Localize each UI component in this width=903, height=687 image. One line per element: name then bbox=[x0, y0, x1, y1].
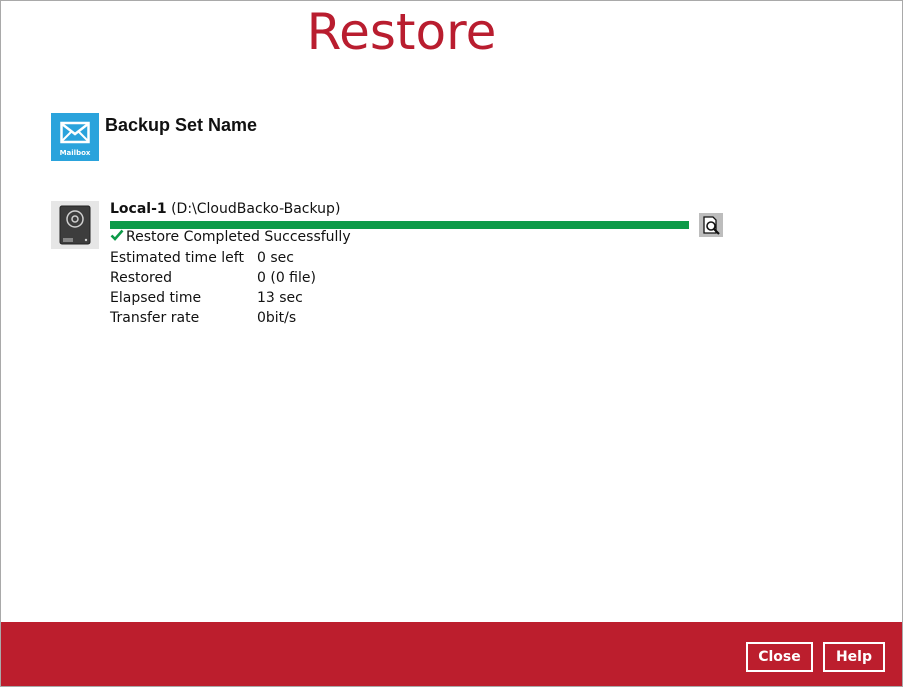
disk-drive-icon bbox=[59, 205, 91, 245]
hard-drive-icon bbox=[51, 201, 99, 249]
stat-row-elapsed-time: Elapsed time 13 sec bbox=[110, 289, 316, 309]
footer-bar: Close Help bbox=[1, 622, 902, 686]
status-text: Restore Completed Successfully bbox=[126, 229, 351, 245]
envelope-icon bbox=[60, 121, 90, 144]
restore-progress-fill bbox=[110, 221, 689, 229]
view-log-button[interactable] bbox=[699, 213, 723, 237]
status-line: Restore Completed Successfully bbox=[110, 229, 351, 245]
close-button[interactable]: Close bbox=[746, 642, 813, 672]
stat-value: 0 sec bbox=[257, 250, 294, 266]
stat-value: 0 (0 file) bbox=[257, 270, 316, 286]
destination-path: (D:\CloudBacko-Backup) bbox=[171, 201, 341, 217]
stat-label: Transfer rate bbox=[110, 310, 200, 326]
stat-row-restored: Restored 0 (0 file) bbox=[110, 269, 316, 289]
stat-label: Estimated time left bbox=[110, 250, 244, 266]
mailbox-icon-caption: Mailbox bbox=[59, 149, 91, 157]
destination-name: Local-1 bbox=[110, 201, 167, 217]
destination-line: Local-1 (D:\CloudBacko-Backup) bbox=[110, 201, 340, 217]
stat-row-estimated-time-left: Estimated time left 0 sec bbox=[110, 249, 316, 269]
stat-row-transfer-rate: Transfer rate 0bit/s bbox=[110, 309, 316, 329]
stat-value: 0bit/s bbox=[257, 310, 297, 326]
restore-stats: Estimated time left 0 sec Restored 0 (0 fi… bbox=[110, 249, 316, 329]
help-button[interactable]: Help bbox=[823, 642, 885, 672]
restore-progress-bar bbox=[110, 221, 689, 229]
restore-window: Restore Mailbox Backup Set Name Local-1 … bbox=[0, 0, 903, 687]
backup-set-name: Backup Set Name bbox=[105, 115, 258, 135]
stat-label: Restored bbox=[110, 270, 173, 286]
checkmark-icon bbox=[110, 229, 126, 245]
view-log-icon bbox=[703, 216, 720, 235]
stat-label: Elapsed time bbox=[110, 290, 202, 306]
mailbox-icon: Mailbox bbox=[51, 113, 99, 161]
page-title: Restore bbox=[306, 3, 497, 61]
stat-value: 13 sec bbox=[257, 290, 303, 306]
